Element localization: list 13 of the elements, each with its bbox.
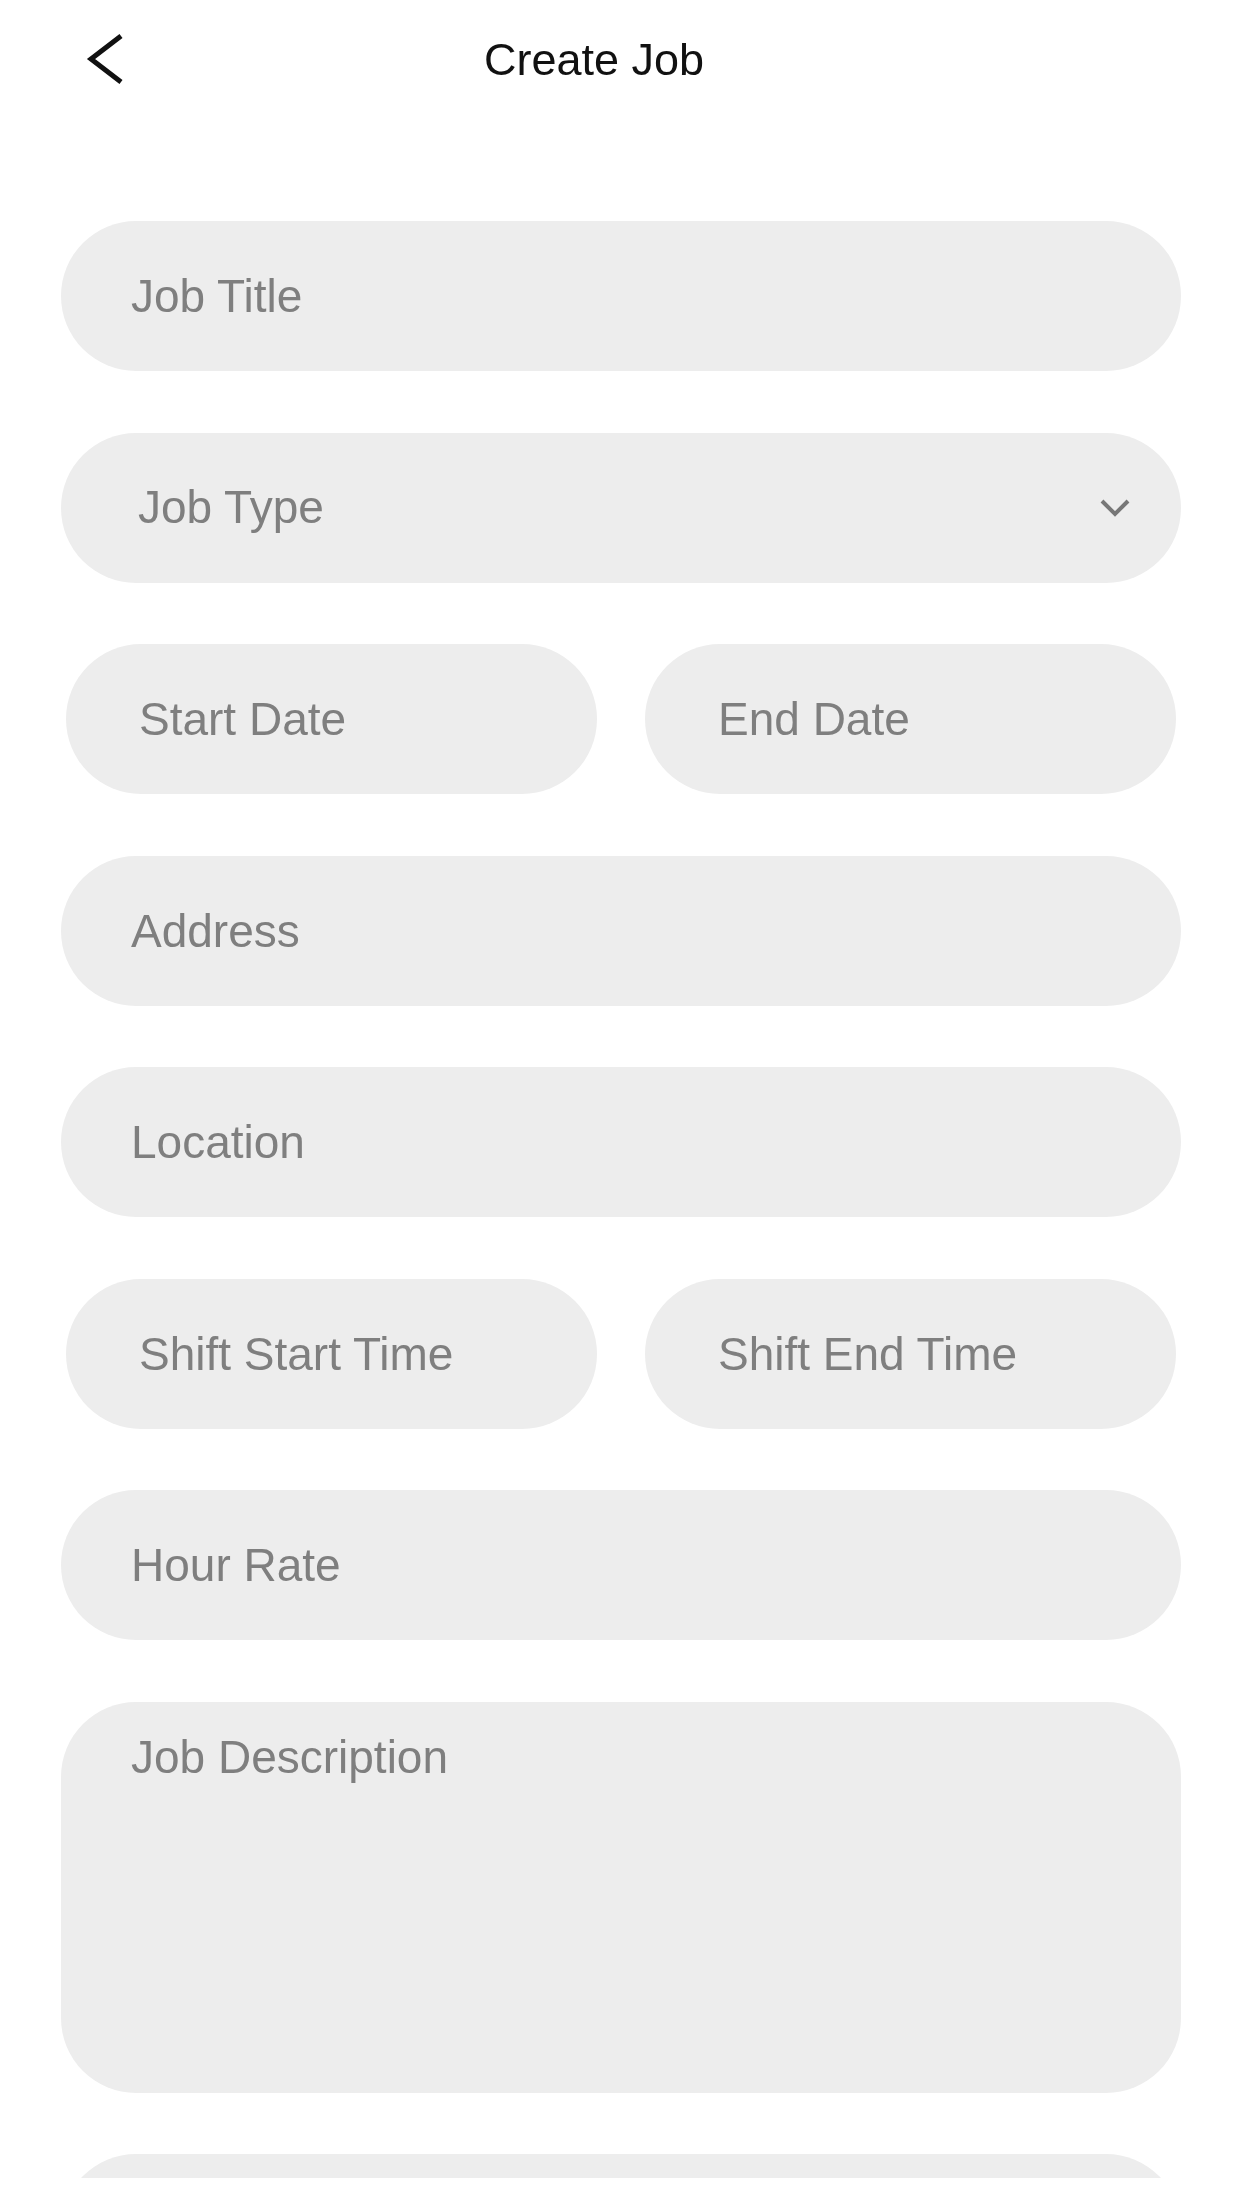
text-input-field[interactable]: Hour Rate — [61, 1490, 1181, 1640]
text-input-field[interactable]: Location — [61, 1067, 1181, 1217]
chevron-down-icon — [1100, 498, 1130, 517]
text-input-field[interactable]: End Date — [645, 644, 1176, 794]
text-input-field[interactable]: Address — [61, 855, 1181, 1006]
dropdown-field[interactable]: Job Type — [61, 432, 1181, 583]
text-input-field[interactable]: Shift Start Time — [66, 1278, 597, 1429]
text-input-field[interactable]: Shift End Time — [645, 1278, 1176, 1429]
text-input-field[interactable]: Start Date — [66, 644, 597, 794]
back-chevron-icon — [86, 33, 124, 85]
description-textarea[interactable]: Job Description — [61, 1701, 1181, 2093]
page-title: Create Job — [483, 36, 705, 82]
text-input-field[interactable]: Job Title — [61, 221, 1181, 371]
